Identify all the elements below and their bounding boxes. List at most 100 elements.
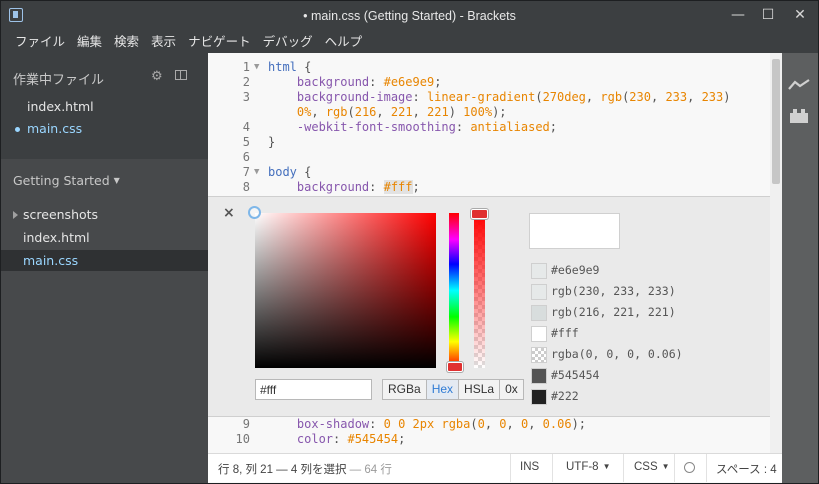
- code-token: 233: [701, 90, 724, 104]
- status-divider: [552, 454, 553, 482]
- color-swatch-item[interactable]: #e6e9e9: [531, 263, 731, 281]
- hue-handle[interactable]: [447, 362, 463, 372]
- vertical-scrollbar[interactable]: [770, 53, 782, 461]
- maximize-button[interactable]: ☐: [753, 1, 783, 31]
- code-text: html {: [268, 60, 311, 75]
- format-0x-button[interactable]: 0x: [500, 380, 523, 399]
- format-hsla-button[interactable]: HSLa: [459, 380, 501, 399]
- hue-slider[interactable]: [447, 213, 463, 372]
- color-swatch: [531, 389, 547, 405]
- project-dropdown[interactable]: Getting Started ▼: [13, 173, 120, 188]
- line-number: 10: [235, 432, 250, 446]
- code-line[interactable]: 9 box-shadow: 0 0 2px rgba(0, 0, 0, 0.06…: [208, 417, 768, 432]
- code-line[interactable]: 5}: [208, 135, 768, 150]
- code-line[interactable]: 7 ▼ body {: [208, 165, 768, 180]
- encoding-dropdown[interactable]: UTF-8 ▼: [566, 461, 611, 473]
- line-number: 8: [242, 180, 250, 194]
- folder-collapsed-icon[interactable]: [13, 211, 18, 219]
- format-rgba-button[interactable]: RGBa: [383, 380, 427, 399]
- code-editor[interactable]: 1 ▼ html {2 background: #e6e9e9; 3 backgrou…: [208, 53, 782, 483]
- code-line[interactable]: 2 background: #e6e9e9;: [208, 75, 768, 90]
- split-view-icon[interactable]: [175, 70, 187, 80]
- status-divider: [510, 454, 511, 482]
- working-file-index-html[interactable]: index.html: [27, 99, 94, 114]
- tree-file-main-css[interactable]: main.css: [23, 253, 78, 268]
- working-file-main-css[interactable]: main.css: [27, 121, 82, 136]
- extension-manager-icon[interactable]: [790, 109, 808, 123]
- scrollbar-thumb[interactable]: [772, 59, 780, 184]
- code-token: 221: [427, 105, 449, 119]
- color-swatch-item[interactable]: rgb(230, 233, 233): [531, 284, 731, 302]
- linting-status-icon[interactable]: [684, 462, 695, 473]
- working-files-heading: 作業中ファイル: [13, 73, 105, 88]
- saturation-handle[interactable]: [248, 206, 261, 219]
- menu-edit[interactable]: 編集: [71, 33, 108, 51]
- code-token: 270deg: [542, 90, 586, 104]
- color-swatch-item[interactable]: #545454: [531, 368, 731, 386]
- color-swatch-label: rgb(230, 233, 233): [551, 284, 676, 298]
- code-line[interactable]: 4 -webkit-font-smoothing: antialiased;: [208, 120, 768, 135]
- code-token: ): [448, 105, 464, 119]
- sidebar: 作業中ファイル ⚙ index.html main.css Getting St…: [1, 53, 208, 483]
- code-token: antialiased: [470, 120, 550, 134]
- code-text: color: #545454;: [268, 432, 405, 447]
- color-swatch: [531, 305, 547, 321]
- live-preview-icon[interactable]: [788, 79, 810, 91]
- code-line[interactable]: 3 background-image: linear-gradient(270d…: [208, 90, 768, 105]
- menu-help[interactable]: ヘルプ: [319, 33, 369, 51]
- code-token: rgba: [441, 417, 471, 431]
- code-line[interactable]: 0%, rgb(216, 221, 221) 100%);: [208, 105, 768, 120]
- opacity-handle[interactable]: [471, 209, 488, 219]
- format-hex-button[interactable]: Hex: [426, 380, 460, 399]
- status-divider: [674, 454, 675, 482]
- line-number: 2: [242, 75, 250, 89]
- unsaved-dot-icon: [15, 127, 20, 132]
- close-inline-editor-button[interactable]: ×: [223, 205, 235, 221]
- code-token: 233: [665, 90, 688, 104]
- tree-file-index-html[interactable]: index.html: [23, 230, 90, 245]
- color-swatch-item[interactable]: rgb(216, 221, 221): [531, 305, 731, 323]
- menu-navigate[interactable]: ナビゲート: [182, 33, 257, 51]
- cursor-position-text: 行 8, 列 21 — 4 列を選択: [218, 464, 347, 476]
- language-dropdown[interactable]: CSS ▼: [634, 461, 670, 473]
- code-line[interactable]: 10 color: #545454;: [208, 432, 768, 447]
- window-title: • main.css (Getting Started) - Brackets: [303, 9, 516, 23]
- opacity-slider[interactable]: [471, 209, 488, 368]
- code-token: 0: [499, 417, 507, 431]
- code-line[interactable]: 8 background: #fff;: [208, 180, 768, 195]
- code-line[interactable]: 6: [208, 150, 768, 165]
- menu-file[interactable]: ファイル: [9, 33, 71, 51]
- menu-debug[interactable]: デバッグ: [257, 33, 319, 51]
- indent-setting[interactable]: スペース : 4: [716, 461, 777, 477]
- color-swatch: [531, 347, 547, 363]
- close-window-button[interactable]: ✕: [785, 1, 815, 31]
- color-swatch-item[interactable]: #fff: [531, 326, 731, 344]
- code-token: ,: [376, 105, 391, 119]
- code-token: ,: [528, 417, 543, 431]
- ins-mode-toggle[interactable]: INS: [520, 461, 539, 473]
- color-swatch-item[interactable]: rgba(0, 0, 0, 0.06): [531, 347, 731, 365]
- color-swatch-label: #222: [551, 389, 579, 403]
- tree-folder-screenshots[interactable]: screenshots: [23, 207, 98, 222]
- code-token: ;: [549, 120, 558, 134]
- menu-find[interactable]: 検索: [108, 33, 145, 51]
- color-swatch-item[interactable]: #222: [531, 389, 731, 407]
- fold-toggle-icon[interactable]: ▼: [254, 165, 259, 180]
- gear-icon[interactable]: ⚙: [151, 69, 163, 84]
- code-token: ;: [434, 75, 442, 89]
- saturation-value-picker[interactable]: [248, 206, 436, 368]
- code-line[interactable]: 1 ▼ html {: [208, 60, 768, 75]
- menu-view[interactable]: 表示: [145, 33, 182, 51]
- color-value-input[interactable]: [255, 379, 372, 400]
- line-number: 4: [242, 120, 250, 134]
- code-token: #545454: [347, 432, 399, 446]
- color-swatch: [531, 326, 547, 342]
- code-token: );: [492, 105, 507, 119]
- fold-toggle-icon[interactable]: ▼: [254, 60, 259, 75]
- minimize-button[interactable]: —: [723, 1, 753, 31]
